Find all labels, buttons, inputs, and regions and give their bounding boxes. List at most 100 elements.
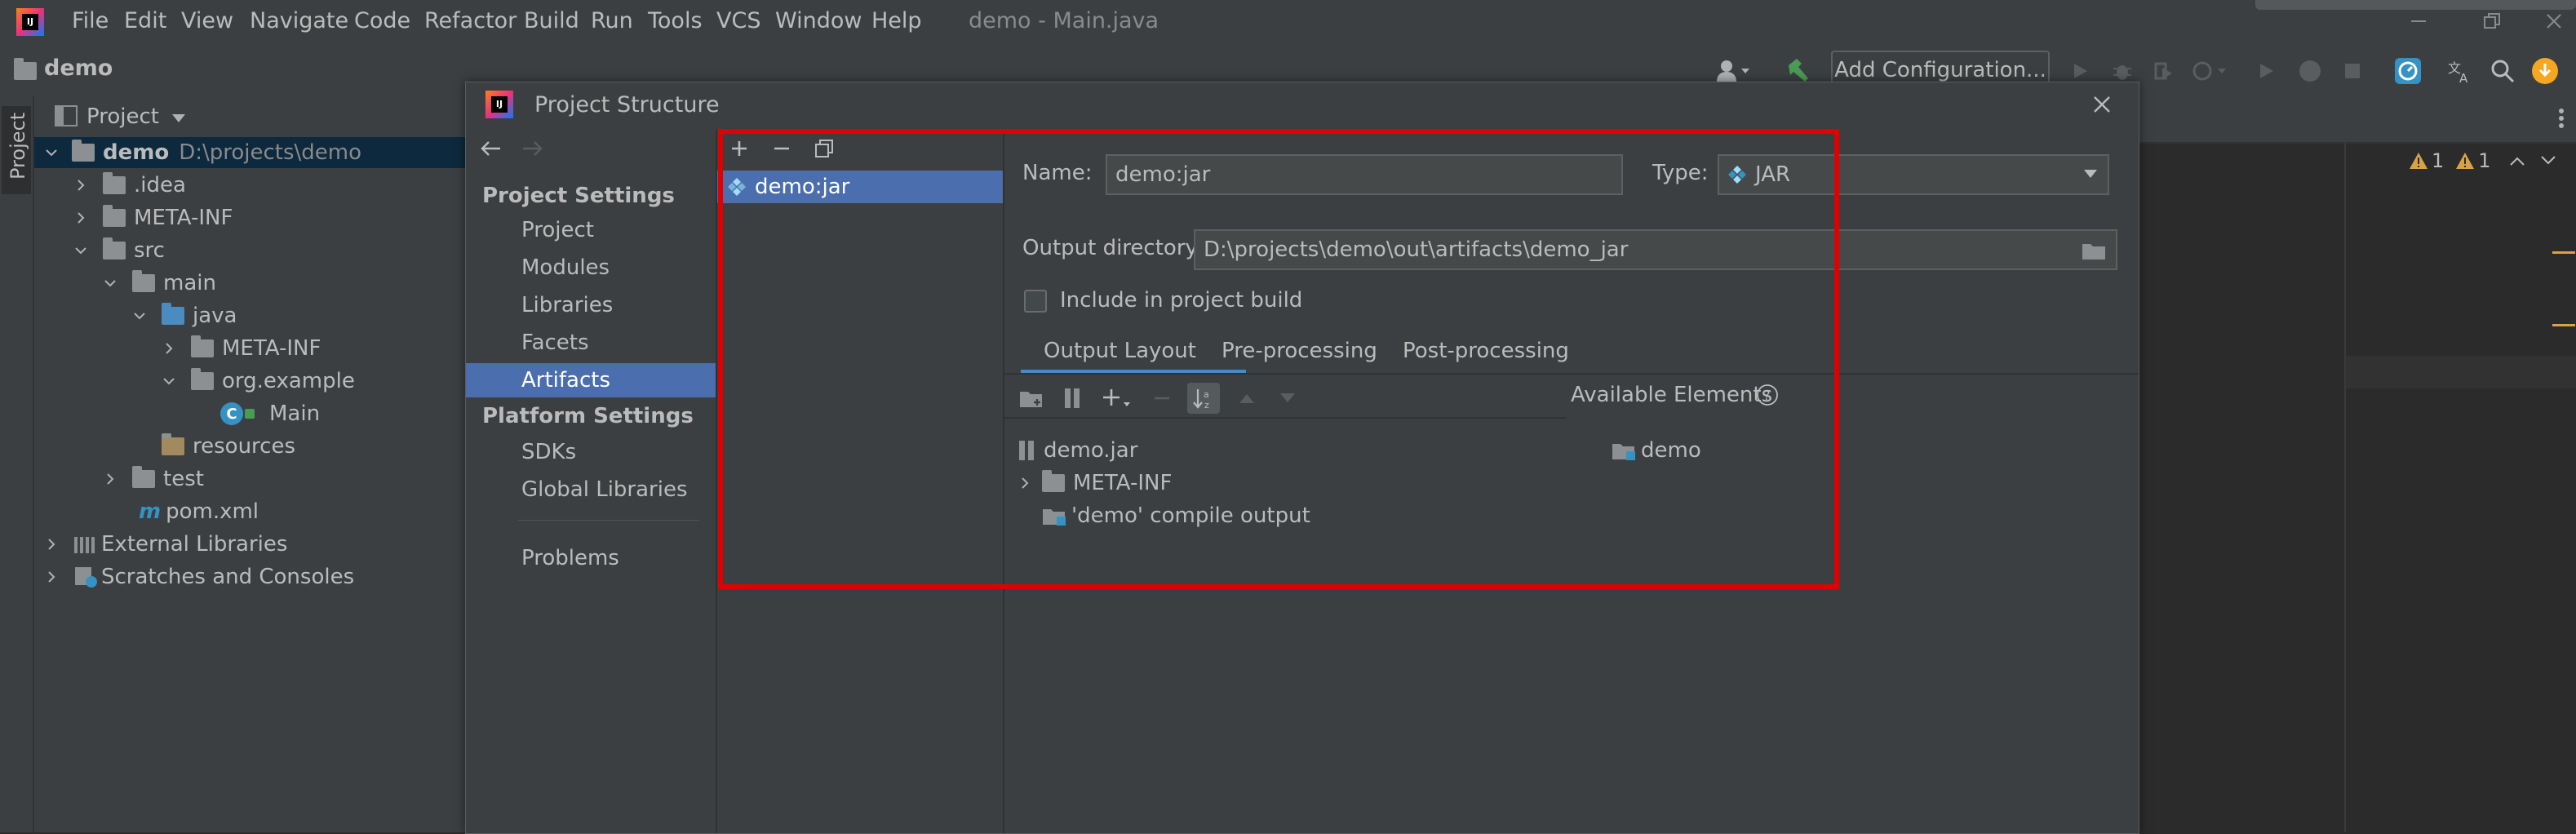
settings-item-sdks[interactable]: SDKs xyxy=(466,435,716,469)
tree-item-pom[interactable]: m pom.xml xyxy=(103,496,259,527)
run-marker-icon xyxy=(245,409,255,419)
settings-item-label: Libraries xyxy=(521,293,614,317)
inspection-widget[interactable]: 1 1 xyxy=(2409,147,2572,175)
menu-refactor[interactable]: Refactor xyxy=(424,8,517,33)
svg-text:A: A xyxy=(2459,71,2468,84)
chevron-right-icon xyxy=(162,341,180,356)
menu-code[interactable]: Code xyxy=(354,8,410,33)
debug-icon[interactable] xyxy=(2108,57,2136,85)
tree-item-external-libraries[interactable]: External Libraries xyxy=(44,529,287,560)
project-folder-icon xyxy=(13,58,38,83)
tree-item-main-class[interactable]: C Main xyxy=(220,398,320,429)
browse-folder-icon[interactable] xyxy=(2082,241,2106,260)
settings-item-facets[interactable]: Facets xyxy=(466,326,716,360)
settings-item-libraries[interactable]: Libraries xyxy=(466,288,716,322)
project-settings-header: Project Settings xyxy=(482,184,675,208)
view-dropdown-icon[interactable] xyxy=(170,109,188,127)
minimize-icon[interactable] xyxy=(2407,10,2430,33)
coverage-icon[interactable] xyxy=(2149,57,2177,85)
tree-item-idea[interactable]: .idea xyxy=(73,170,186,201)
forward-arrow-icon[interactable] xyxy=(518,135,546,162)
update-icon[interactable] xyxy=(2392,55,2423,87)
run-dropdown-icon[interactable] xyxy=(2252,57,2280,85)
weak-warning-icon xyxy=(2455,152,2475,170)
back-arrow-icon[interactable] xyxy=(477,135,505,162)
attach-icon[interactable] xyxy=(2296,57,2324,85)
tree-item-label: META-INF xyxy=(134,206,233,230)
user-icon[interactable] xyxy=(1714,57,1753,85)
menu-help[interactable]: Help xyxy=(871,8,922,33)
caret-row-highlight xyxy=(2346,356,2576,388)
search-icon[interactable] xyxy=(2487,55,2518,87)
add-configuration-label: Add Configuration... xyxy=(1834,58,2046,82)
folder-icon xyxy=(103,237,126,260)
tree-item-label: test xyxy=(163,467,204,491)
tree-root-row[interactable]: demo D:\projects\demo xyxy=(34,137,465,168)
menu-run[interactable]: Run xyxy=(591,8,633,33)
menu-tools[interactable]: Tools xyxy=(648,8,703,33)
tree-item-label: META-INF xyxy=(222,336,321,361)
chevron-down-icon xyxy=(103,276,121,291)
settings-item-artifacts[interactable]: Artifacts xyxy=(466,363,716,397)
sidebar-divider xyxy=(518,520,699,521)
tree-item-src[interactable]: src xyxy=(73,235,165,266)
source-folder-icon xyxy=(162,303,184,325)
tree-item-scratches[interactable]: Scratches and Consoles xyxy=(44,561,354,592)
settings-item-modules[interactable]: Modules xyxy=(466,251,716,285)
tree-item-main[interactable]: main xyxy=(103,268,216,299)
chevron-down-icon xyxy=(132,308,150,323)
previous-highlight-icon[interactable] xyxy=(2509,155,2525,166)
project-view-title[interactable]: Project xyxy=(86,104,159,129)
tree-item-java-meta-inf[interactable]: META-INF xyxy=(162,333,321,364)
next-highlight-icon[interactable] xyxy=(2540,155,2556,166)
tree-item-java[interactable]: java xyxy=(132,300,237,331)
close-window-icon[interactable] xyxy=(2543,10,2565,33)
close-icon[interactable] xyxy=(2088,91,2116,118)
weak-warning-count: 1 xyxy=(2478,149,2491,172)
chevron-down-icon xyxy=(44,145,62,160)
menu-edit[interactable]: Edit xyxy=(124,8,166,33)
tree-item-package[interactable]: org.example xyxy=(162,366,355,397)
tree-item-label: .idea xyxy=(134,173,186,197)
tree-item-label: External Libraries xyxy=(101,532,288,557)
menu-navigate[interactable]: Navigate xyxy=(250,8,348,33)
editor-margin-line xyxy=(2344,142,2346,832)
tree-item-label: java xyxy=(193,304,237,328)
settings-item-label: Modules xyxy=(521,255,610,280)
package-icon xyxy=(191,368,214,390)
more-actions-icon[interactable] xyxy=(2549,104,2574,132)
settings-item-global-libraries[interactable]: Global Libraries xyxy=(466,472,716,507)
notification-icon[interactable] xyxy=(2529,55,2560,87)
tool-window-stripe: Project xyxy=(0,96,34,832)
menu-vcs[interactable]: VCS xyxy=(716,8,760,33)
window-scroll-indicator xyxy=(2255,0,2576,10)
chevron-right-icon xyxy=(44,570,62,584)
settings-item-problems[interactable]: Problems xyxy=(466,541,716,575)
menu-window[interactable]: Window xyxy=(775,8,862,33)
tree-item-test[interactable]: test xyxy=(103,464,204,495)
chevron-right-icon xyxy=(73,211,91,225)
project-breadcrumb[interactable]: demo xyxy=(44,55,113,81)
settings-item-project[interactable]: Project xyxy=(466,213,716,247)
tree-item-meta-inf[interactable]: META-INF xyxy=(73,202,233,233)
chevron-down-icon xyxy=(162,374,180,388)
tree-item-label: resources xyxy=(193,434,296,459)
tree-root-path: D:\projects\demo xyxy=(179,140,362,165)
highlight-rectangle xyxy=(718,129,1839,589)
maven-icon: m xyxy=(139,499,162,524)
profile-icon[interactable] xyxy=(2190,57,2229,85)
menu-view[interactable]: View xyxy=(181,8,233,33)
build-hammer-icon[interactable] xyxy=(1784,55,1813,85)
project-tool-tab[interactable]: Project xyxy=(2,106,31,194)
run-icon[interactable] xyxy=(2066,57,2094,85)
tree-item-resources[interactable]: resources xyxy=(162,431,295,462)
restore-icon[interactable] xyxy=(2481,10,2503,33)
settings-item-label: Artifacts xyxy=(521,368,611,393)
resources-folder-icon xyxy=(162,433,184,455)
menu-build[interactable]: Build xyxy=(524,8,579,33)
translate-icon[interactable]: 文A xyxy=(2445,55,2476,87)
stop-icon[interactable] xyxy=(2339,57,2366,85)
menu-file[interactable]: File xyxy=(72,8,109,33)
chevron-right-icon xyxy=(73,178,91,193)
project-tool-window: Project demo D:\projects\demo .idea META… xyxy=(34,96,465,832)
